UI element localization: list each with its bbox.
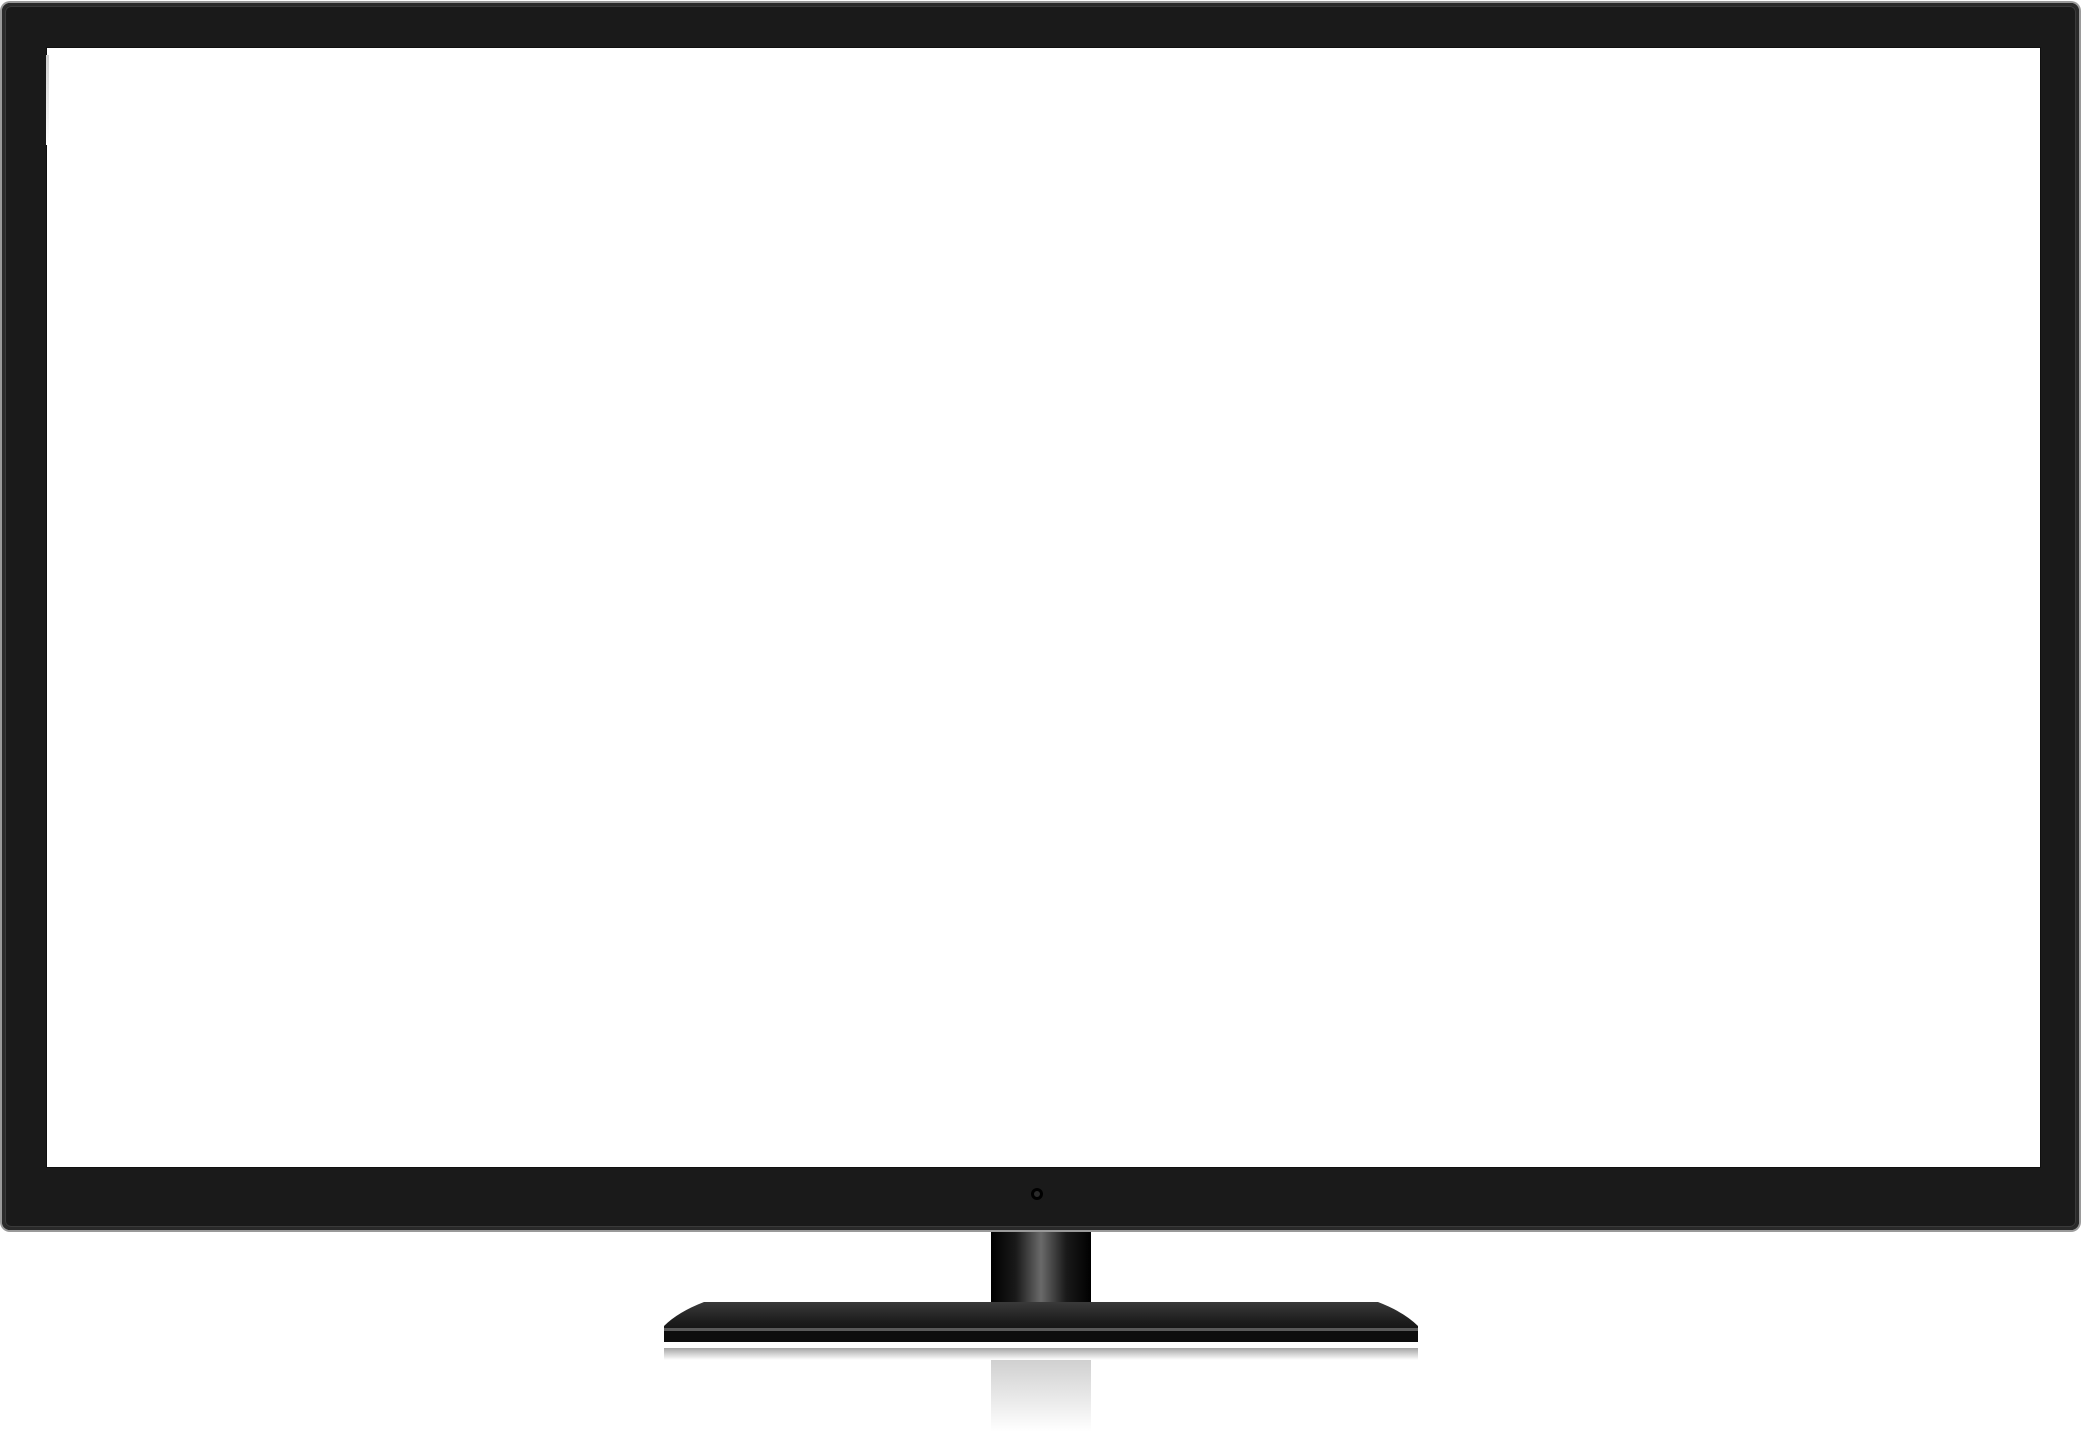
tv-mockup <box>0 0 2082 1432</box>
power-indicator-icon[interactable] <box>1031 1188 1043 1200</box>
stand-base-reflection <box>664 1348 1418 1360</box>
tv-screen <box>46 47 2041 1168</box>
tv-bezel <box>2 3 2079 1230</box>
stand-neck <box>991 1232 1091 1307</box>
screen-edge-highlight <box>46 55 49 145</box>
stand-base-shape <box>664 1302 1418 1342</box>
stand-neck-reflection <box>991 1360 1091 1432</box>
stand-base <box>664 1302 1418 1344</box>
